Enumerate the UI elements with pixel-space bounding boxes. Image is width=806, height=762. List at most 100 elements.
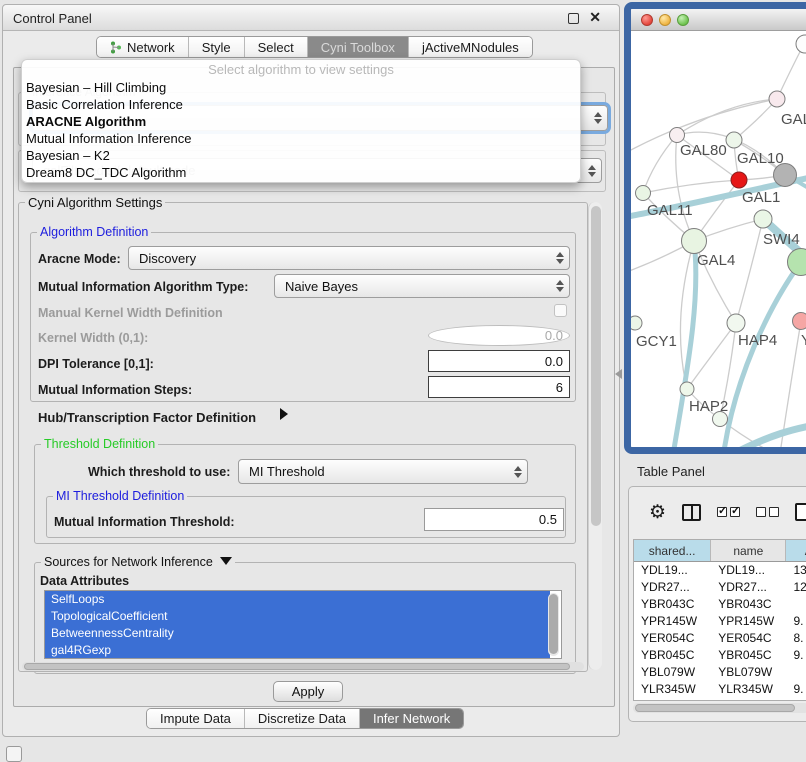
settings-scrollbar-thumb[interactable] [591,206,601,526]
attributes-list-scrollbar[interactable] [548,593,559,656]
network-node[interactable] [774,164,797,187]
table-row[interactable]: YLR345WYLR345W9. [634,681,806,698]
network-canvas[interactable]: GALGAL80GAL10GAL1GAL11SWI4GAL4GCY1HAP4YH… [631,31,806,447]
minimize-traffic-light-icon[interactable] [659,14,671,26]
document-icon[interactable] [795,503,806,521]
attribute-list-item[interactable]: SelfLoops [45,591,550,608]
table-row[interactable]: YER054CYER054C8. [634,630,806,647]
aracne-mode-combo[interactable]: Discovery [128,246,570,270]
close-icon[interactable]: ✕ [589,9,601,26]
table-cell: YPR145W [634,613,711,630]
network-node-gal10[interactable] [726,132,742,148]
combo-arrows-icon [583,165,601,177]
column-header-A[interactable]: A [786,540,806,561]
network-edge[interactable] [674,241,696,447]
network-edge[interactable] [736,219,763,323]
screenshot-stage: Control Panel ✕ NetworkStyleSelectCyni T… [0,0,806,762]
tab-style[interactable]: Style [189,37,245,57]
table-row[interactable]: YIL052CYIL052C9 [634,698,806,701]
tab-network[interactable]: Network [97,37,189,57]
network-node-y[interactable] [793,313,806,330]
table-hscrollbar[interactable] [633,703,806,713]
table-row[interactable]: YPR145WYPR145W9. [634,613,806,630]
which-threshold-combo[interactable]: MI Threshold [238,459,528,484]
network-node-gal[interactable] [769,91,785,107]
table-cell: YDR27... [711,579,786,596]
column-header-name[interactable]: name [711,540,786,561]
float-window-icon[interactable] [568,13,579,24]
settings-scrollbar[interactable] [588,202,602,670]
column-header-shared...[interactable]: shared... [634,540,711,561]
network-edge[interactable] [739,425,806,447]
combo-arrows-icon [551,252,569,264]
collapse-down-icon[interactable] [220,557,232,565]
network-node[interactable] [796,35,806,53]
table-cell: 8. [786,630,806,647]
table-cell: YDL19... [711,562,786,579]
table-cell: 13 [786,562,806,579]
zoom-traffic-light-icon[interactable] [677,14,689,26]
network-node-hap2[interactable] [680,382,694,396]
algorithm-menu-item[interactable]: Mutual Information Inference [22,130,580,147]
unchecked-pair-icon[interactable] [756,507,779,517]
network-edge[interactable] [724,262,801,447]
table-panel-toolbar: ⚙ [629,487,806,537]
table-row[interactable]: YBR043CYBR043C [634,596,806,613]
network-edge[interactable] [643,135,677,193]
kernel-width-field[interactable]: 0.0 [428,325,570,346]
close-traffic-light-icon[interactable] [641,14,653,26]
table-row[interactable]: YBL079WYBL079W [634,664,806,681]
network-node-gal1[interactable] [731,172,747,188]
mi-type-combo[interactable]: Naive Bayes [274,274,570,298]
tab-select[interactable]: Select [245,37,308,57]
dock-corner-icon[interactable] [6,746,22,762]
network-node-gal11[interactable] [636,186,651,201]
mi-threshold-field[interactable]: 0.5 [424,508,564,531]
tab-infer-network[interactable]: Infer Network [360,709,463,728]
tab-impute-data[interactable]: Impute Data [147,709,245,728]
algorithm-menu-item[interactable]: Bayesian – K2 [22,147,580,164]
manual-kernel-checkbox[interactable] [554,304,567,317]
apply-button[interactable]: Apply [273,681,343,702]
node-label-gal4: GAL4 [697,252,735,269]
mi-steps-field[interactable]: 6 [428,376,570,398]
data-attributes-list[interactable]: SelfLoopsTopologicalCoefficientBetweenne… [44,590,562,659]
network-node[interactable] [713,412,728,427]
table-body: YDL19...YDL19...13YDR27...YDR27...12YBR0… [634,562,806,701]
table-row[interactable]: YDL19...YDL19...13 [634,562,806,579]
attribute-list-item[interactable]: gal4RGexp [45,642,550,659]
table-row[interactable]: YDR27...YDR27...12 [634,579,806,596]
attribute-list-item[interactable]: TopologicalCoefficient [45,608,550,625]
algorithm-menu-item[interactable]: Basic Correlation Inference [22,96,580,113]
network-edge[interactable] [643,180,739,193]
network-node-gcy1[interactable] [631,316,642,330]
settings-hscrollbar-thumb[interactable] [24,663,570,670]
algorithm-menu-item[interactable]: Dream8 DC_TDC Algorithm [22,164,580,181]
network-node-gal4[interactable] [682,229,707,254]
network-edge[interactable] [677,99,777,135]
network-node-swi4[interactable] [754,210,772,228]
network-node-hap4[interactable] [727,314,745,332]
network-node[interactable] [788,249,806,276]
panel-title: Control Panel [13,11,92,26]
checked-pair-icon[interactable] [717,507,740,517]
table-row[interactable]: YBR045CYBR045C9. [634,647,806,664]
node-label-gal: GAL [781,111,806,128]
aracne-mode-value: Discovery [129,251,551,266]
attributes-list-scrollbar-thumb[interactable] [549,594,558,654]
tab-discretize-data[interactable]: Discretize Data [245,709,360,728]
split-divider-arrow-icon[interactable] [615,369,622,379]
gear-icon[interactable]: ⚙ [649,503,666,522]
expand-right-icon[interactable] [280,408,288,420]
network-node-gal80[interactable] [670,128,685,143]
algorithm-menu-item[interactable]: Bayesian – Hill Climbing [22,79,580,96]
table-hscrollbar-thumb[interactable] [635,704,795,712]
mi-threshold-label: Mutual Information Threshold: [54,515,235,529]
dpi-tolerance-field[interactable]: 0.0 [428,350,570,372]
tab-jactivemnodules[interactable]: jActiveMNodules [409,37,532,57]
attribute-list-item[interactable]: BetweennessCentrality [45,625,550,642]
settings-hscrollbar[interactable] [22,662,584,671]
algorithm-menu-item[interactable]: ARACNE Algorithm [22,113,580,130]
tab-cyni-toolbox[interactable]: Cyni Toolbox [308,37,409,57]
split-columns-icon[interactable] [682,504,701,521]
